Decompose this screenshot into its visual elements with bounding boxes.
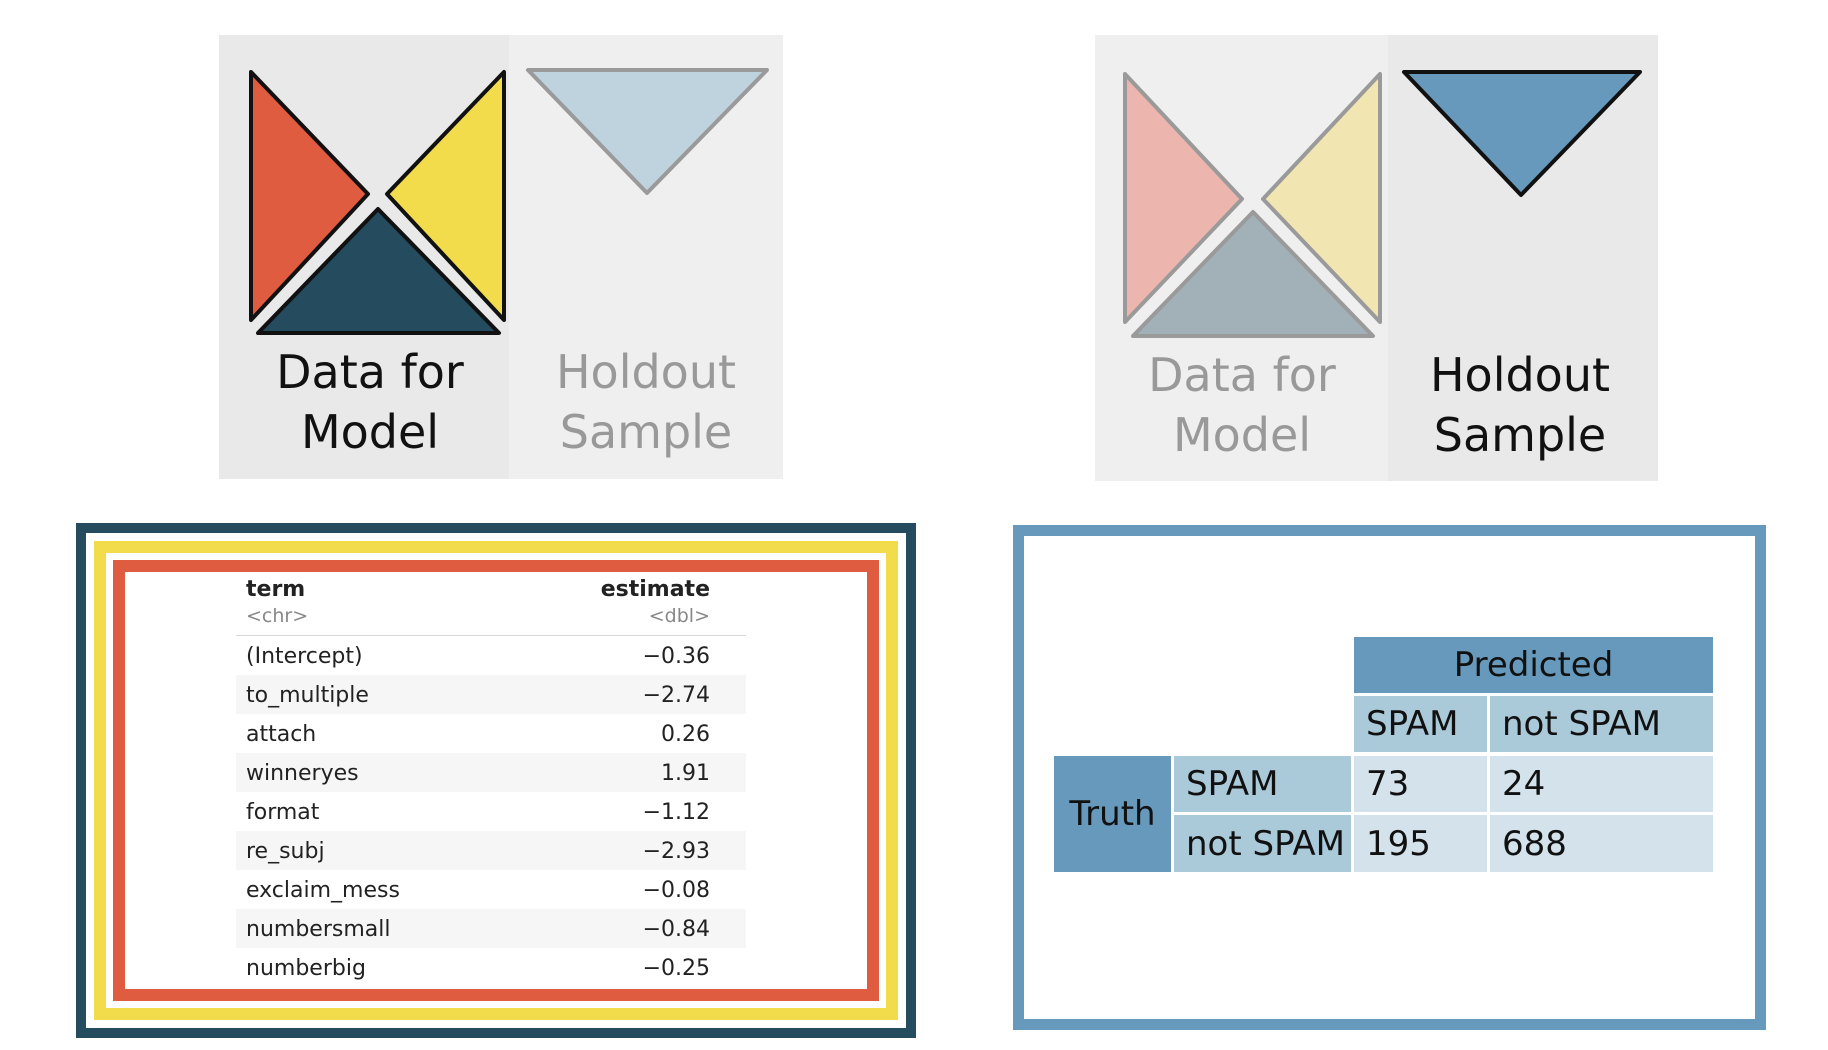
term-cell: numbersmall: [246, 917, 391, 942]
data-for-model-label-inactive: Data for Model: [1148, 348, 1336, 462]
term-cell: exclaim_mess: [246, 878, 400, 903]
estimate-cell: 1.91: [661, 761, 710, 786]
pred-label-spam: SPAM: [1354, 696, 1487, 752]
truth-label-spam: SPAM: [1174, 756, 1351, 812]
truth-header: Truth: [1054, 756, 1171, 872]
cell-not-spam-spam: 195: [1354, 815, 1487, 872]
column-header-term: term: [246, 577, 306, 602]
estimate-cell: −0.25: [642, 956, 710, 981]
holdout-sample-label-active: Holdout Sample: [1429, 348, 1611, 462]
navy-triangle: [256, 207, 501, 335]
yellow-triangle: [385, 70, 506, 322]
term-cell: re_subj: [246, 839, 325, 864]
table-row: format −1.12: [236, 792, 746, 831]
cell-spam-not-spam: 24: [1490, 756, 1713, 812]
cell-not-spam-not-spam: 688: [1490, 815, 1713, 872]
column-type-term: <chr>: [246, 605, 309, 627]
holdout-sample-label-inactive: Holdout Sample: [555, 345, 737, 459]
coef-table-header: term <chr> estimate <dbl>: [236, 575, 746, 636]
holdout-blue-triangle: [1402, 70, 1642, 197]
estimate-cell: −0.84: [642, 917, 710, 942]
term-cell: format: [246, 800, 320, 825]
term-cell: to_multiple: [246, 683, 369, 708]
estimate-cell: −0.36: [642, 644, 710, 669]
estimate-cell: −0.08: [642, 878, 710, 903]
table-row: numberbig −0.25: [236, 948, 746, 987]
estimate-cell: −1.12: [642, 800, 710, 825]
predicted-header: Predicted: [1354, 637, 1713, 693]
holdout-light-triangle: [526, 68, 769, 195]
column-header-estimate: estimate: [600, 577, 710, 602]
estimate-cell: −2.74: [642, 683, 710, 708]
data-for-model-label-active: Data for Model: [276, 345, 464, 459]
estimate-cell: 0.26: [661, 722, 710, 747]
table-row: re_subj −2.93: [236, 831, 746, 870]
table-row: (Intercept) −0.36: [236, 636, 746, 675]
estimate-cell: −2.93: [642, 839, 710, 864]
table-row: attach 0.26: [236, 714, 746, 753]
faded-yellow-triangle: [1261, 72, 1382, 324]
table-row: to_multiple −2.74: [236, 675, 746, 714]
pred-label-not-spam: not SPAM: [1490, 696, 1713, 752]
table-row: exclaim_mess −0.08: [236, 870, 746, 909]
table-row: winneryes 1.91: [236, 753, 746, 792]
term-cell: (Intercept): [246, 644, 363, 669]
faded-navy-triangle: [1131, 210, 1375, 338]
faded-red-triangle: [1123, 72, 1244, 324]
term-cell: attach: [246, 722, 317, 747]
table-row: numbersmall −0.84: [236, 909, 746, 948]
coefficient-table: term <chr> estimate <dbl> (Intercept) −0.…: [236, 575, 746, 987]
term-cell: numberbig: [246, 956, 366, 981]
truth-label-not-spam: not SPAM: [1174, 815, 1351, 872]
term-cell: winneryes: [246, 761, 359, 786]
red-triangle: [249, 70, 370, 322]
cell-spam-spam: 73: [1354, 756, 1487, 812]
column-type-estimate: <dbl>: [648, 605, 710, 627]
